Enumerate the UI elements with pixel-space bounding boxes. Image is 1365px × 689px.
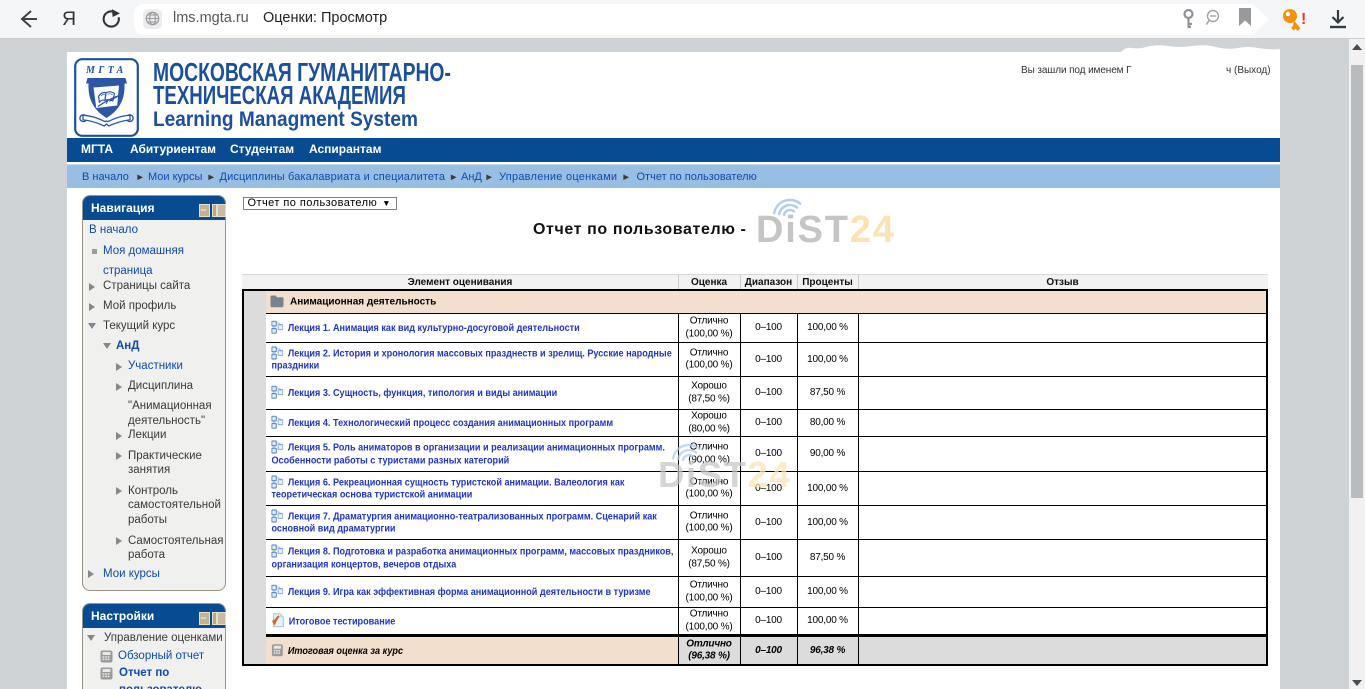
- svg-text:!: !: [1301, 11, 1306, 28]
- svg-text:МГТА: МГТА: [85, 65, 127, 76]
